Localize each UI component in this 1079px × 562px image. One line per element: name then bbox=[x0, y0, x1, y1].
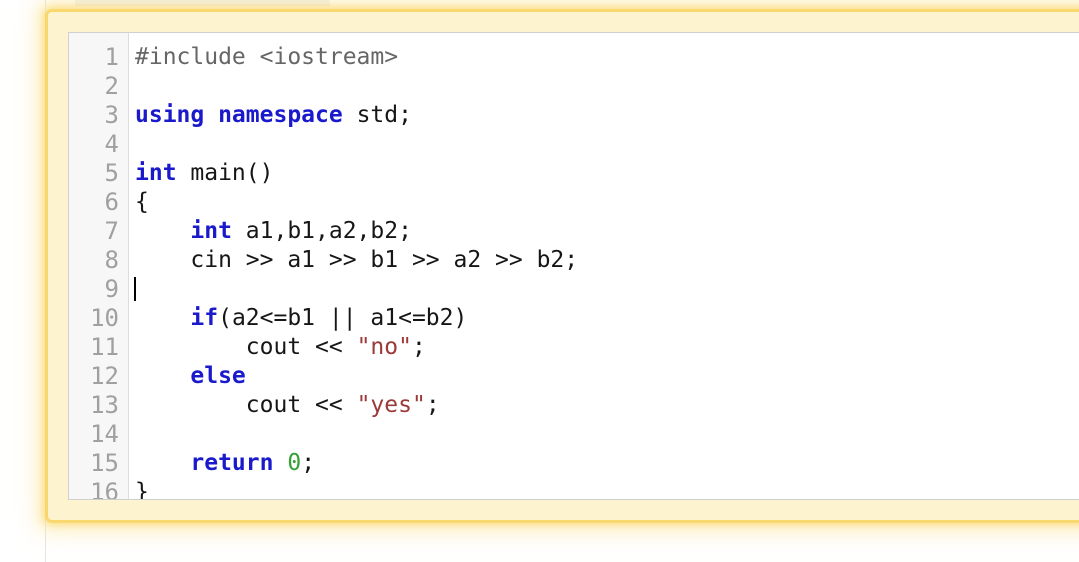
line-number: 10 bbox=[90, 304, 119, 332]
code-token-kw: else bbox=[190, 363, 246, 389]
code-line[interactable]: cin >> a1 >> b1 >> a2 >> b2; bbox=[135, 246, 1079, 275]
line-number: 14 bbox=[90, 420, 119, 448]
code-token-kw: using namespace bbox=[135, 102, 343, 128]
line-number: 5 bbox=[104, 159, 119, 187]
code-token-plain: ; bbox=[425, 392, 440, 418]
line-number: 4 bbox=[104, 130, 119, 158]
line-number: 2 bbox=[104, 72, 119, 100]
code-line[interactable] bbox=[135, 130, 1079, 159]
code-line[interactable]: else bbox=[135, 362, 1079, 391]
line-number: 6 bbox=[104, 188, 119, 216]
line-number: 15 bbox=[90, 449, 119, 477]
code-token-kw: int bbox=[135, 160, 177, 186]
code-line[interactable]: using namespace std; bbox=[135, 101, 1079, 130]
code-editor[interactable]: 1 2 3 4 5 6 7 8 9 10 11 12 13 14 15 16 #include <iostre… bbox=[68, 32, 1079, 500]
code-token-plain: cout << bbox=[135, 334, 357, 360]
code-token-str: "no" bbox=[356, 334, 412, 360]
line-number: 1 bbox=[104, 43, 119, 71]
code-line[interactable]: cout << "no"; bbox=[135, 333, 1079, 362]
code-line[interactable]: cout << "yes"; bbox=[135, 391, 1079, 420]
line-number: 13 bbox=[90, 391, 119, 419]
line-number: 3 bbox=[104, 101, 119, 129]
line-number: 12 bbox=[90, 362, 119, 390]
code-token-kw: return bbox=[190, 450, 274, 476]
code-token-num: 0 bbox=[287, 450, 302, 476]
code-token-pre: #include <iostream> bbox=[135, 44, 399, 70]
line-number: 11 bbox=[90, 333, 119, 361]
code-token-plain: } bbox=[135, 479, 149, 499]
code-text-area[interactable]: #include <iostream> using namespace std;… bbox=[129, 33, 1079, 499]
code-line[interactable]: if(a2<=b1 || a1<=b2) bbox=[135, 304, 1079, 333]
code-token-plain: main() bbox=[176, 160, 274, 186]
code-token-str: "yes" bbox=[356, 392, 426, 418]
code-line[interactable]: #include <iostream> bbox=[135, 43, 1079, 72]
line-number: 9 bbox=[104, 275, 119, 303]
code-token-plain: cout << bbox=[135, 392, 357, 418]
line-number: 8 bbox=[104, 246, 119, 274]
code-line[interactable]: int main() bbox=[135, 159, 1079, 188]
code-line[interactable] bbox=[135, 72, 1079, 101]
code-token-kw: int bbox=[190, 218, 232, 244]
code-line[interactable] bbox=[135, 420, 1079, 449]
line-number: 7 bbox=[104, 217, 119, 245]
code-line[interactable]: return 0; bbox=[135, 449, 1079, 478]
code-token-plain: (a2<=b1 || a1<=b2) bbox=[218, 305, 468, 331]
page-divider-rule bbox=[45, 0, 46, 562]
screen-root: 1 2 3 4 5 6 7 8 9 10 11 12 13 14 15 16 #include <iostre… bbox=[0, 0, 1079, 562]
code-token-plain: cin >> a1 >> b1 >> a2 >> b2; bbox=[135, 247, 579, 273]
code-token-kw: if bbox=[190, 305, 219, 331]
code-line[interactable]: int a1,b1,a2,b2; bbox=[135, 217, 1079, 246]
code-token-plain: std; bbox=[342, 102, 412, 128]
code-line[interactable]: } bbox=[135, 478, 1079, 499]
code-line[interactable]: { bbox=[135, 188, 1079, 217]
code-line[interactable] bbox=[134, 275, 1079, 304]
editor-toolbar-strip bbox=[75, 0, 330, 6]
text-cursor-caret bbox=[134, 277, 136, 301]
line-number: 16 bbox=[90, 478, 119, 500]
code-token-plain: ; bbox=[301, 450, 316, 476]
code-token-plain: ; bbox=[411, 334, 426, 360]
code-token-plain: { bbox=[135, 189, 149, 215]
code-token-plain: a1,b1,a2,b2; bbox=[231, 218, 412, 244]
line-number-gutter: 1 2 3 4 5 6 7 8 9 10 11 12 13 14 15 16 bbox=[69, 33, 129, 499]
